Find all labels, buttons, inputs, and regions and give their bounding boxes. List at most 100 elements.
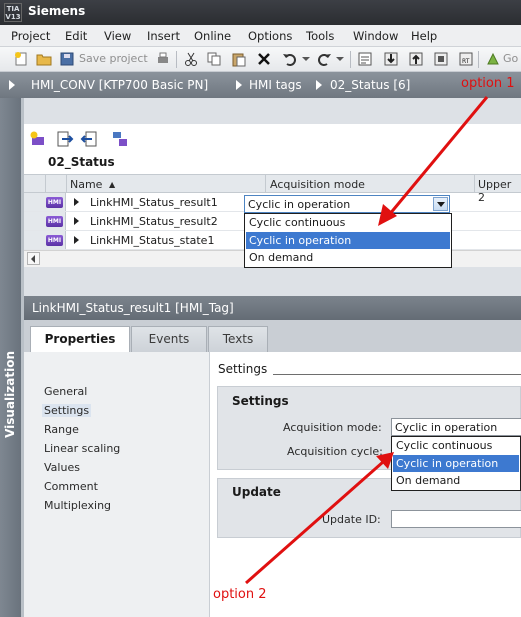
option-cyclic-continuous[interactable]: Cyclic continuous — [246, 214, 450, 231]
upload-icon[interactable] — [408, 51, 424, 67]
nav-item-multiplexing[interactable]: Multiplexing — [44, 499, 111, 512]
nav-item-linear-scaling[interactable]: Linear scaling — [44, 442, 120, 455]
redo-dropdown-icon[interactable] — [332, 51, 348, 67]
option-cyclic-in-operation[interactable]: Cyclic in operation — [246, 232, 450, 249]
menu-options[interactable]: Options — [248, 29, 292, 43]
nav-item-range[interactable]: Range — [44, 423, 79, 436]
breadcrumb-item-hmi-tags[interactable]: HMI tags — [249, 78, 302, 92]
save-project-label[interactable]: Save project — [79, 52, 148, 65]
update-id-field[interactable] — [391, 510, 521, 528]
breadcrumb-item-device[interactable]: HMI_CONV [KTP700 Basic PN] — [31, 78, 208, 92]
update-group-title: Update — [232, 485, 281, 499]
settings-group-title: Settings — [232, 394, 289, 408]
tab-texts[interactable]: Texts — [208, 326, 268, 352]
redo-icon[interactable] — [316, 51, 332, 67]
open-project-icon[interactable] — [36, 51, 52, 67]
menu-window[interactable]: Window — [353, 29, 398, 43]
cut-icon[interactable] — [183, 51, 199, 67]
menu-view[interactable]: View — [104, 29, 131, 43]
tag-table-header: Name ▲ Acquisition mode Upper 2 — [24, 174, 521, 204]
option-on-demand[interactable]: On demand — [246, 249, 450, 266]
column-divider — [45, 175, 46, 193]
go-online-label[interactable]: Go — [503, 52, 518, 65]
runtime-icon[interactable]: RT — [458, 51, 474, 67]
tag-name[interactable]: LinkHMI_Status_result2 — [90, 215, 218, 228]
column-header-acquisition-mode[interactable]: Acquisition mode — [270, 178, 365, 191]
copy-icon[interactable] — [206, 51, 222, 67]
acquisition-mode-field[interactable]: Cyclic in operation — [391, 418, 521, 436]
save-project-icon[interactable] — [59, 51, 75, 67]
hmi-tag-icon: HMI — [46, 216, 63, 227]
breadcrumb-separator-icon — [316, 80, 322, 90]
inspector-title: LinkHMI_Status_result1 [HMI_Tag] — [32, 301, 234, 315]
acquisition-mode-combo[interactable]: Cyclic in operation — [244, 195, 450, 213]
update-id-label: Update ID: — [322, 513, 381, 526]
inspector-tabs: Properties Events Texts — [24, 320, 521, 353]
delete-icon[interactable] — [256, 51, 272, 67]
breadcrumb-item-table[interactable]: 02_Status [6] — [330, 78, 410, 92]
tag-name[interactable]: LinkHMI_Status_result1 — [90, 196, 218, 209]
tia-logo: TIA V13 — [4, 3, 22, 22]
nav-item-general[interactable]: General — [44, 385, 87, 398]
section-header-settings: Settings — [218, 362, 268, 376]
acquisition-mode-dropdown: Cyclic continuous Cyclic in operation On… — [244, 213, 452, 268]
tab-properties[interactable]: Properties — [30, 326, 130, 353]
option-on-demand[interactable]: On demand — [393, 472, 519, 489]
compile-icon[interactable] — [357, 51, 373, 67]
toolbar-separator — [350, 51, 351, 68]
sort-ascending-icon[interactable]: ▲ — [109, 180, 115, 189]
expand-row-icon[interactable] — [74, 198, 79, 206]
app-title: Siemens — [28, 4, 86, 18]
section-divider — [273, 374, 521, 375]
download-icon[interactable] — [383, 51, 399, 67]
print-icon[interactable] — [155, 51, 171, 67]
undo-dropdown-icon[interactable] — [298, 51, 314, 67]
title-bar: TIA V13 Siemens — [0, 0, 521, 25]
import-icon[interactable] — [80, 130, 98, 148]
hmi-tag-icon: HMI — [46, 235, 63, 246]
row-header: HMI — [24, 193, 66, 211]
column-header-name[interactable]: Name — [70, 178, 102, 191]
editor-top-strip — [24, 98, 521, 124]
breadcrumb-separator-icon — [236, 80, 242, 90]
row-header: HMI — [24, 231, 66, 249]
row-header: HMI — [24, 212, 66, 230]
simulation-icon[interactable] — [433, 51, 449, 67]
visualization-side-tab[interactable]: Visualization — [0, 98, 21, 617]
expand-row-icon[interactable] — [74, 217, 79, 225]
export-icon[interactable] — [56, 130, 74, 148]
undo-icon[interactable] — [282, 51, 298, 67]
collapse-arrow-icon[interactable] — [9, 80, 15, 90]
scroll-left-button[interactable] — [27, 252, 40, 265]
add-tag-icon[interactable] — [29, 130, 47, 148]
nav-item-settings[interactable]: Settings — [42, 404, 92, 417]
toolbar-separator — [176, 51, 177, 68]
paste-icon[interactable] — [231, 51, 247, 67]
toolbar: Save project RT Go — [0, 47, 521, 72]
expand-row-icon[interactable] — [74, 236, 79, 244]
filter-icon[interactable] — [111, 130, 129, 148]
acquisition-mode-value: Cyclic in operation — [248, 198, 351, 211]
nav-item-comment[interactable]: Comment — [44, 480, 98, 493]
menu-tools[interactable]: Tools — [306, 29, 334, 43]
option-cyclic-continuous[interactable]: Cyclic continuous — [393, 437, 519, 454]
tab-events[interactable]: Events — [131, 326, 207, 352]
hmi-tag-icon: HMI — [46, 197, 63, 208]
inspector-title-bar: LinkHMI_Status_result1 [HMI_Tag] — [24, 296, 521, 320]
go-online-icon[interactable] — [485, 51, 501, 67]
menu-insert[interactable]: Insert — [147, 29, 180, 43]
dropdown-arrow-icon[interactable] — [433, 197, 448, 211]
nav-item-values[interactable]: Values — [44, 461, 80, 474]
svg-text:RT: RT — [462, 58, 470, 65]
editor-toolbar — [24, 124, 521, 152]
menu-online[interactable]: Online — [194, 29, 231, 43]
tag-name[interactable]: LinkHMI_Status_state1 — [90, 234, 214, 247]
menu-project[interactable]: Project — [11, 29, 50, 43]
new-project-icon[interactable] — [13, 51, 29, 67]
acquisition-cycle-label: Acquisition cycle: — [287, 445, 383, 458]
menu-edit[interactable]: Edit — [65, 29, 87, 43]
breadcrumb: HMI_CONV [KTP700 Basic PN] HMI tags 02_S… — [0, 72, 521, 98]
tag-table-title: 02_Status — [48, 155, 115, 169]
option-cyclic-in-operation[interactable]: Cyclic in operation — [393, 455, 519, 472]
menu-help[interactable]: Help — [411, 29, 437, 43]
